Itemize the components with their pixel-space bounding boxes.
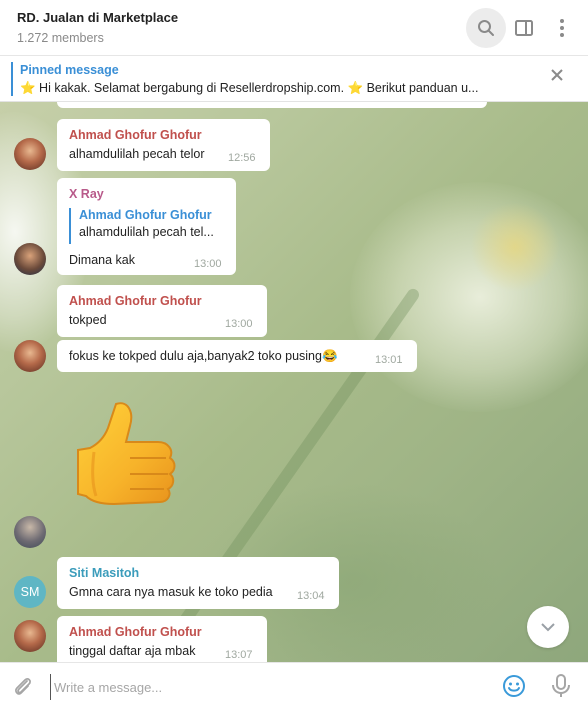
voice-record-button[interactable] — [551, 674, 571, 703]
message-text: Dimana kak — [69, 253, 135, 267]
avatar[interactable] — [14, 340, 46, 372]
close-pinned-button[interactable] — [550, 68, 564, 87]
microphone-icon — [552, 674, 570, 697]
avatar[interactable]: SM — [14, 576, 46, 608]
message-bubble[interactable]: Siti Masitoh Gmna cara nya masuk ke toko… — [57, 557, 339, 609]
reply-text: alhamdulilah pecah tel... — [79, 225, 214, 239]
message-bubble[interactable]: X Ray Ahmad Ghofur Ghofur alhamdulilah p… — [57, 178, 236, 275]
pinned-title: Pinned message — [20, 63, 119, 77]
message-text: alhamdulilah pecah telor — [69, 147, 205, 161]
message-time: 13:04 — [297, 590, 325, 602]
paperclip-icon — [15, 678, 31, 695]
reply-sender: Ahmad Ghofur Ghofur — [79, 208, 212, 222]
chat-title[interactable]: RD. Jualan di Marketplace — [17, 10, 178, 25]
message-input[interactable] — [50, 674, 480, 700]
search-button[interactable] — [466, 8, 506, 48]
message-bubble[interactable]: Ahmad Ghofur Ghofur tinggal daftar aja m… — [57, 616, 267, 662]
message-time: 13:00 — [194, 258, 222, 270]
message-time: 13:00 — [225, 318, 253, 330]
thumbs-up-icon — [77, 402, 176, 506]
thumbs-up-sticker[interactable] — [72, 398, 180, 510]
more-vertical-icon — [560, 19, 564, 37]
avatar[interactable] — [14, 516, 46, 548]
message-time: 12:56 — [228, 152, 256, 164]
background-flower-center — [470, 202, 560, 292]
side-panel-icon — [515, 20, 533, 36]
message-text: fokus ke tokped dulu aja,banyak2 toko pu… — [69, 349, 338, 363]
search-icon — [478, 20, 494, 36]
chat-history[interactable]: Ahmad Ghofur Ghofur alhamdulilah pecah t… — [0, 102, 588, 662]
message-time: 13:01 — [375, 354, 403, 366]
chat-header: RD. Jualan di Marketplace 1.272 members — [0, 0, 588, 56]
message-sender[interactable]: X Ray — [69, 187, 104, 201]
message-sender[interactable]: Siti Masitoh — [69, 566, 139, 580]
emoji-button[interactable] — [502, 674, 526, 703]
message-text: tokped — [69, 313, 107, 327]
message-bubble-partial[interactable] — [57, 102, 487, 108]
avatar[interactable] — [14, 620, 46, 652]
avatar[interactable] — [14, 138, 46, 170]
scroll-to-bottom-button[interactable] — [527, 606, 569, 648]
more-button[interactable] — [542, 8, 582, 48]
message-bubble[interactable]: Ahmad Ghofur Ghofur tokped 13:00 — [57, 285, 267, 337]
pinned-message[interactable]: Pinned message ⭐ Hi kakak. Selamat berga… — [0, 56, 588, 102]
close-icon — [551, 69, 563, 81]
message-sender[interactable]: Ahmad Ghofur Ghofur — [69, 625, 202, 639]
attach-button[interactable] — [11, 675, 35, 704]
background-flower — [350, 182, 588, 412]
message-bubble[interactable]: fokus ke tokped dulu aja,banyak2 toko pu… — [57, 340, 417, 372]
message-bubble[interactable]: Ahmad Ghofur Ghofur alhamdulilah pecah t… — [57, 119, 270, 171]
message-sender[interactable]: Ahmad Ghofur Ghofur — [69, 128, 202, 142]
message-text: tinggal daftar aja mbak — [69, 644, 196, 658]
message-sender[interactable]: Ahmad Ghofur Ghofur — [69, 294, 202, 308]
emoji-icon — [503, 675, 525, 697]
member-count: 1.272 members — [17, 31, 104, 45]
message-time: 13:07 — [225, 649, 253, 661]
side-panel-button[interactable] — [504, 8, 544, 48]
pinned-text: ⭐ Hi kakak. Selamat bergabung di Reselle… — [20, 81, 479, 95]
pinned-accent-bar — [11, 62, 13, 96]
message-composer — [0, 662, 588, 710]
message-text: Gmna cara nya masuk ke toko pedia — [69, 585, 273, 599]
reply-quote[interactable]: Ahmad Ghofur Ghofur alhamdulilah pecah t… — [69, 208, 214, 244]
chevron-down-icon — [541, 623, 555, 632]
avatar[interactable] — [14, 243, 46, 275]
